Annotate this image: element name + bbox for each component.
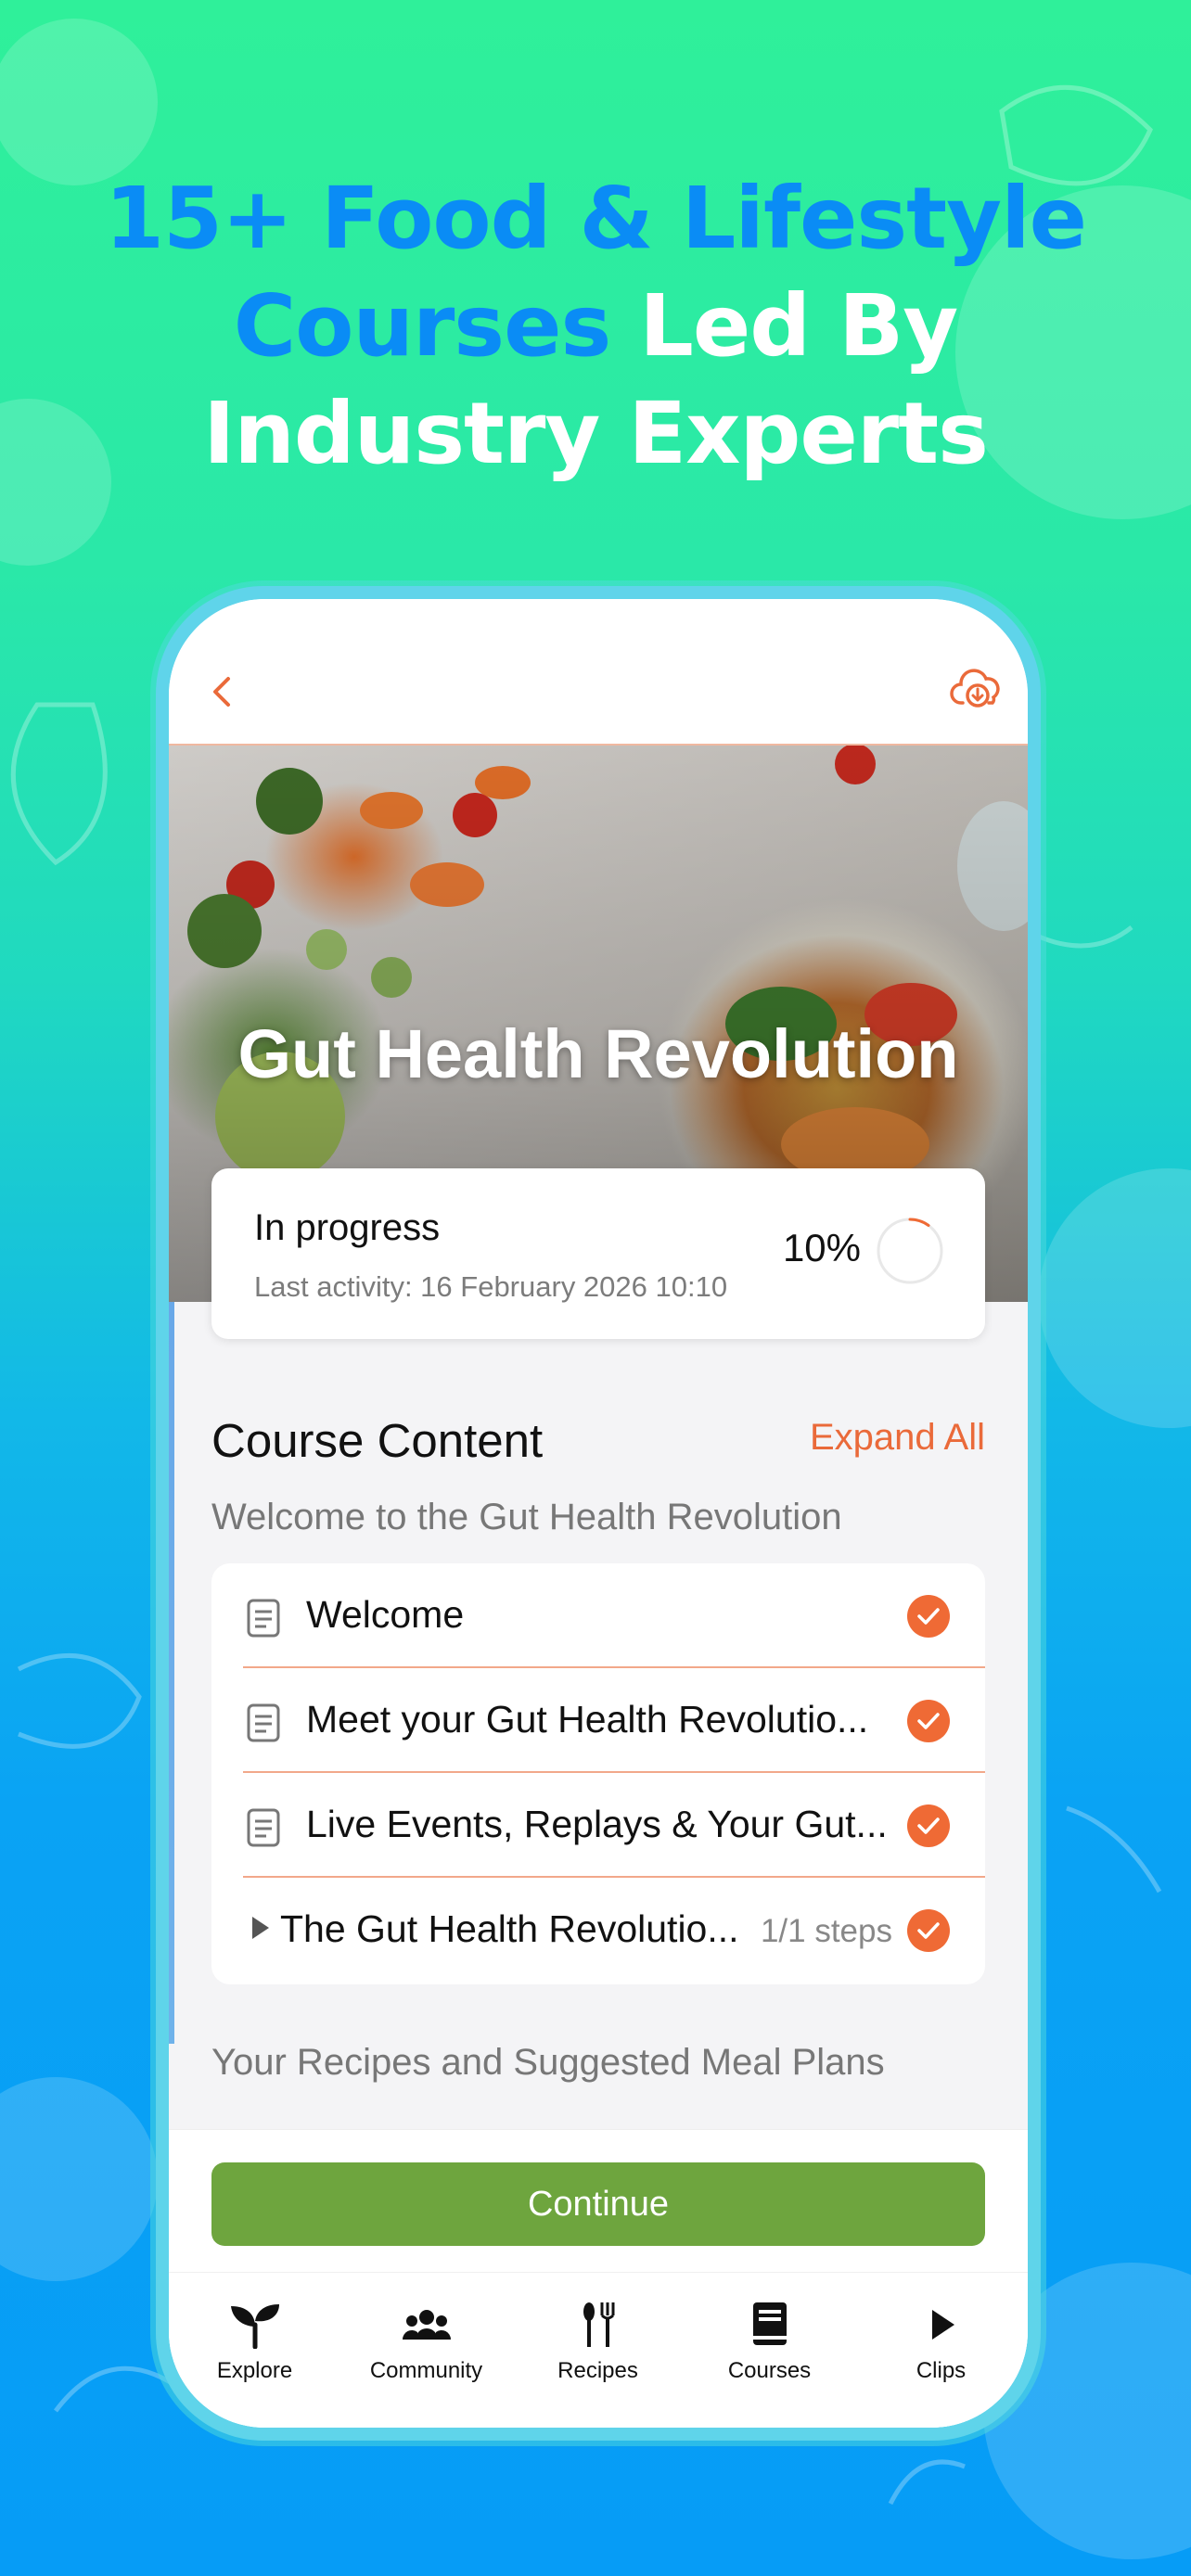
document-icon	[247, 1703, 280, 1742]
cloud-download-icon[interactable]	[950, 666, 1004, 712]
tab-label: Clips	[916, 2358, 967, 2383]
lesson-title: Meet your Gut Health Revolutio...	[306, 1698, 869, 1741]
check-icon	[907, 1700, 950, 1742]
tab-label: Community	[369, 2358, 483, 2383]
sprout-icon	[230, 2304, 279, 2349]
marketing-headline: 15+ Food & Lifestyle Courses Led By Indu…	[0, 165, 1191, 488]
tab-recipes[interactable]: Recipes	[512, 2273, 684, 2403]
section-title: Welcome to the Gut Health Revolution	[211, 1497, 842, 1537]
tab-courses[interactable]: Courses	[684, 2273, 855, 2403]
expand-all-button[interactable]: Expand All	[810, 1417, 985, 1459]
document-icon	[247, 1599, 280, 1638]
last-activity: Last activity: 16 February 2026 10:10	[254, 1270, 728, 1303]
app-screen: Gut Health Revolution In progress Last a…	[169, 599, 1028, 2428]
lesson-item[interactable]: Live Events, Replays & Your Gut...	[211, 1773, 985, 1878]
tab-label: Recipes	[557, 2358, 638, 2383]
tab-community[interactable]: Community	[340, 2273, 512, 2403]
check-icon	[907, 1804, 950, 1847]
tab-label: Explore	[216, 2358, 293, 2383]
progress-percent: 10%	[782, 1226, 861, 1269]
people-icon	[402, 2310, 451, 2340]
chevron-left-icon[interactable]	[204, 673, 241, 710]
continue-button[interactable]: Continue	[211, 2162, 985, 2246]
play-icon	[931, 2310, 954, 2340]
section-title: Your Recipes and Suggested Meal Plans	[211, 2042, 885, 2083]
progress-status: In progress	[254, 1207, 441, 1248]
check-icon	[907, 1909, 950, 1952]
lesson-list: Welcome Meet your Gut Health Revolutio..…	[211, 1563, 985, 1984]
course-title: Gut Health Revolution	[237, 1015, 959, 1092]
headline-line-2-blue: Courses	[233, 276, 612, 376]
tab-label: Courses	[727, 2358, 812, 2383]
lesson-title: Welcome	[306, 1593, 465, 1636]
utensils-icon	[583, 2302, 614, 2347]
course-content-heading: Course Content	[211, 1414, 544, 1467]
lesson-group-title: The Gut Health Revolutio...	[280, 1907, 739, 1950]
lesson-title: Live Events, Replays & Your Gut...	[306, 1803, 888, 1845]
progress-card: In progress Last activity: 16 February 2…	[211, 1168, 985, 1339]
tab-clips[interactable]: Clips	[855, 2273, 1027, 2403]
tab-bar: Explore Community Recipes Courses Clips	[169, 2272, 1028, 2428]
phone-frame: Gut Health Revolution In progress Last a…	[156, 586, 1041, 2441]
book-icon	[752, 2302, 787, 2345]
tab-explore[interactable]: Explore	[169, 2273, 340, 2403]
lesson-item[interactable]: Meet your Gut Health Revolutio...	[211, 1668, 985, 1773]
steps-count: 1/1 steps	[760, 1913, 892, 1949]
document-icon	[247, 1808, 280, 1847]
headline-line-1: 15+ Food & Lifestyle	[104, 169, 1087, 268]
lesson-group-item[interactable]: The Gut Health Revolutio... 1/1 steps	[211, 1878, 985, 1983]
check-icon	[907, 1595, 950, 1638]
headline-line-3: Industry Experts	[203, 384, 989, 483]
top-bar	[169, 599, 1028, 746]
progress-ring-icon	[877, 1218, 943, 1284]
caret-right-icon[interactable]	[252, 1917, 269, 1939]
lesson-item[interactable]: Welcome	[211, 1563, 985, 1668]
headline-line-2-white: Led By	[610, 276, 958, 376]
